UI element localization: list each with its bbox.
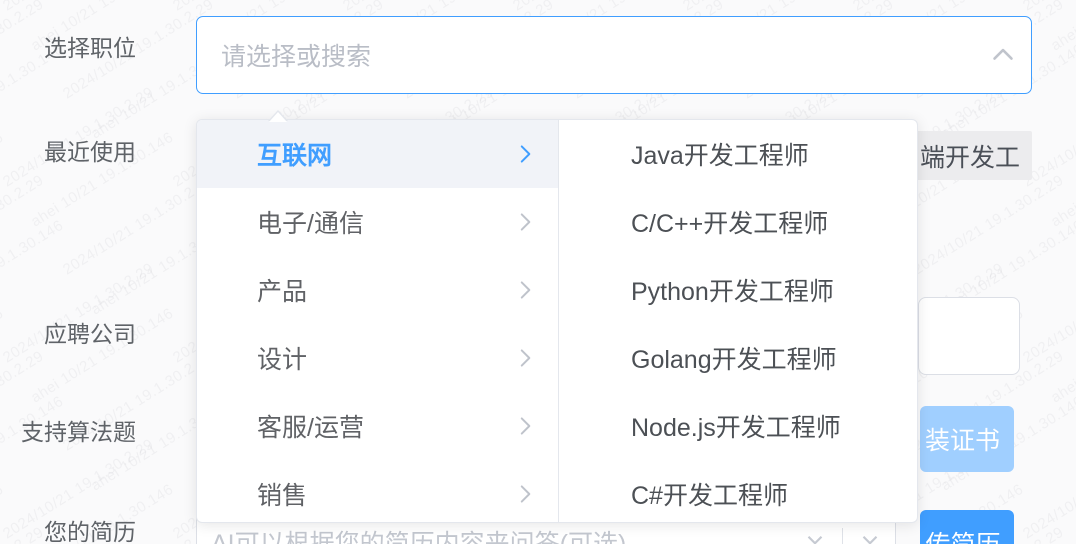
form-row-company: 应聘公司: [0, 320, 150, 350]
chevron-right-icon: [512, 481, 538, 507]
chevron-right-icon: [512, 141, 538, 167]
cascader-category-item[interactable]: 设计: [197, 324, 558, 392]
label-recent-used: 最近使用: [0, 138, 150, 168]
cascader-category-label: 客服/运营: [257, 408, 512, 444]
label-your-resume: 您的简历: [0, 518, 150, 544]
cascader-position-item[interactable]: Golang开发工程师: [559, 324, 917, 392]
label-support-algorithm: 支持算法题: [0, 418, 150, 448]
cascader-position-label: Golang开发工程师: [631, 340, 897, 376]
position-select-placeholder: 请选择或搜索: [197, 37, 975, 73]
company-input[interactable]: [918, 297, 1020, 375]
cascader-position-label: C/C++开发工程师: [631, 204, 897, 240]
cascader-position-item[interactable]: Python开发工程师: [559, 256, 917, 324]
cascader-position-label: C#开发工程师: [631, 476, 897, 512]
ai-select-icons: [802, 527, 895, 544]
recent-used-tag-label: 端开发工: [920, 138, 1020, 174]
form-row-position: 选择职位: [0, 34, 150, 64]
position-select-trigger[interactable]: 请选择或搜索: [196, 16, 1032, 94]
label-position: 选择职位: [0, 34, 150, 64]
chevron-up-icon[interactable]: [975, 38, 1031, 72]
select-divider: [842, 528, 843, 544]
cascader-category-label: 设计: [257, 340, 512, 376]
cascader-position-label: Python开发工程师: [631, 272, 897, 308]
cascader-position-item[interactable]: Node.js开发工程师: [559, 392, 917, 460]
upload-resume-label: 传简历: [925, 525, 1000, 544]
cascader-panel-categories: 互联网电子/通信产品设计客服/运营销售: [197, 120, 559, 522]
form-row-resume: 您的简历: [0, 518, 150, 544]
cascader-position-label: Node.js开发工程师: [631, 408, 897, 444]
position-select-form: 2024/10/21 19.1.30.2.29ahei 10/21 19.1.3…: [0, 0, 1076, 544]
cascader-category-item[interactable]: 客服/运营: [197, 392, 558, 460]
chevron-down-icon[interactable]: [802, 527, 828, 544]
cascader-category-item[interactable]: 产品: [197, 256, 558, 324]
cascader-position-item[interactable]: C/C++开发工程师: [559, 188, 917, 256]
cascader-category-item[interactable]: 电子/通信: [197, 188, 558, 256]
ai-question-placeholder: AI可以根据您的简历内容来问答(可选): [197, 524, 802, 544]
chevron-right-icon: [512, 277, 538, 303]
cascader-category-item[interactable]: 互联网: [197, 120, 558, 188]
cascader-position-item[interactable]: Java开发工程师: [559, 120, 917, 188]
chevron-right-icon: [512, 413, 538, 439]
chevron-right-icon: [512, 345, 538, 371]
recent-used-tag[interactable]: 端开发工: [908, 131, 1032, 180]
label-company: 应聘公司: [0, 320, 150, 350]
upload-resume-button[interactable]: 传简历: [920, 510, 1014, 544]
cascader-category-label: 产品: [257, 272, 512, 308]
upload-certificate-label: 装证书: [925, 421, 1000, 457]
form-row-algorithm: 支持算法题: [0, 418, 150, 448]
cascader-category-label: 电子/通信: [257, 204, 512, 240]
cascader-category-item[interactable]: 销售: [197, 460, 558, 522]
popper-arrow: [268, 110, 288, 121]
cascader-position-label: Java开发工程师: [631, 136, 897, 172]
form-row-recent: 最近使用: [0, 138, 150, 168]
cascader-panel-positions: Java开发工程师 C/C++开发工程师 Python开发工程师 Golang开发工程…: [559, 120, 917, 522]
upload-certificate-button[interactable]: 装证书: [920, 406, 1014, 472]
cascader-category-label: 互联网: [257, 136, 512, 172]
chevron-right-icon: [512, 209, 538, 235]
chevron-down-icon-secondary[interactable]: [857, 527, 883, 544]
cascader-dropdown: 互联网电子/通信产品设计客服/运营销售 Java开发工程师 C/C++开发工程师 P…: [196, 119, 918, 523]
cascader-category-label: 销售: [257, 476, 512, 512]
cascader-position-item[interactable]: C#开发工程师: [559, 460, 917, 522]
